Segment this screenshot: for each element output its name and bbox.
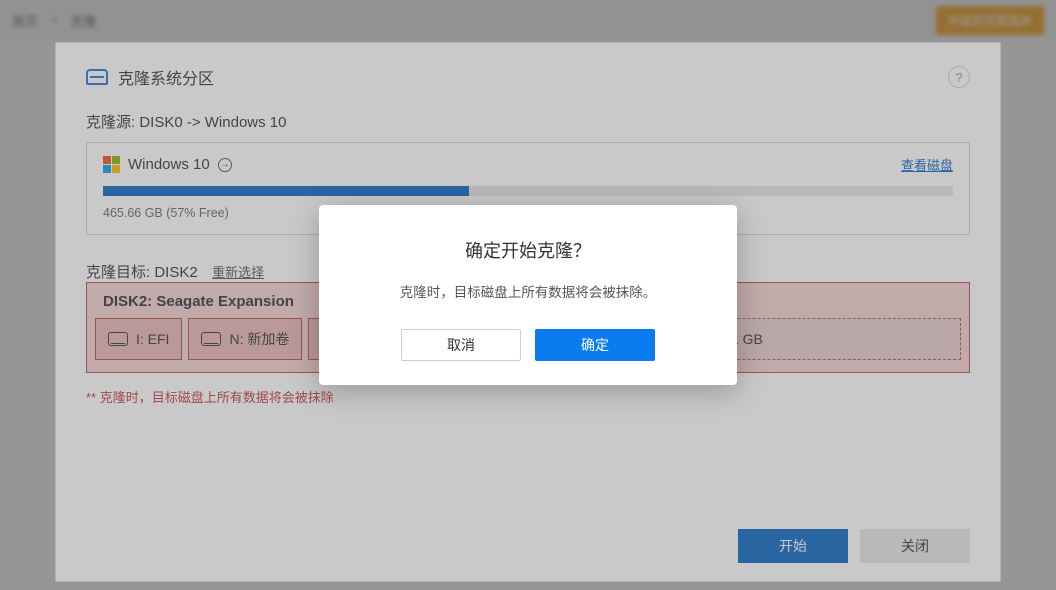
confirm-message: 克隆时，目标磁盘上所有数据将会被抹除。 bbox=[345, 281, 711, 301]
confirm-dialog: 确定开始克隆？ 克隆时，目标磁盘上所有数据将会被抹除。 取消 确定 bbox=[319, 205, 737, 385]
ok-button[interactable]: 确定 bbox=[535, 329, 655, 361]
cancel-button[interactable]: 取消 bbox=[401, 329, 521, 361]
confirm-overlay: 确定开始克隆？ 克隆时，目标磁盘上所有数据将会被抹除。 取消 确定 bbox=[0, 0, 1056, 590]
confirm-title: 确定开始克隆？ bbox=[345, 237, 711, 263]
